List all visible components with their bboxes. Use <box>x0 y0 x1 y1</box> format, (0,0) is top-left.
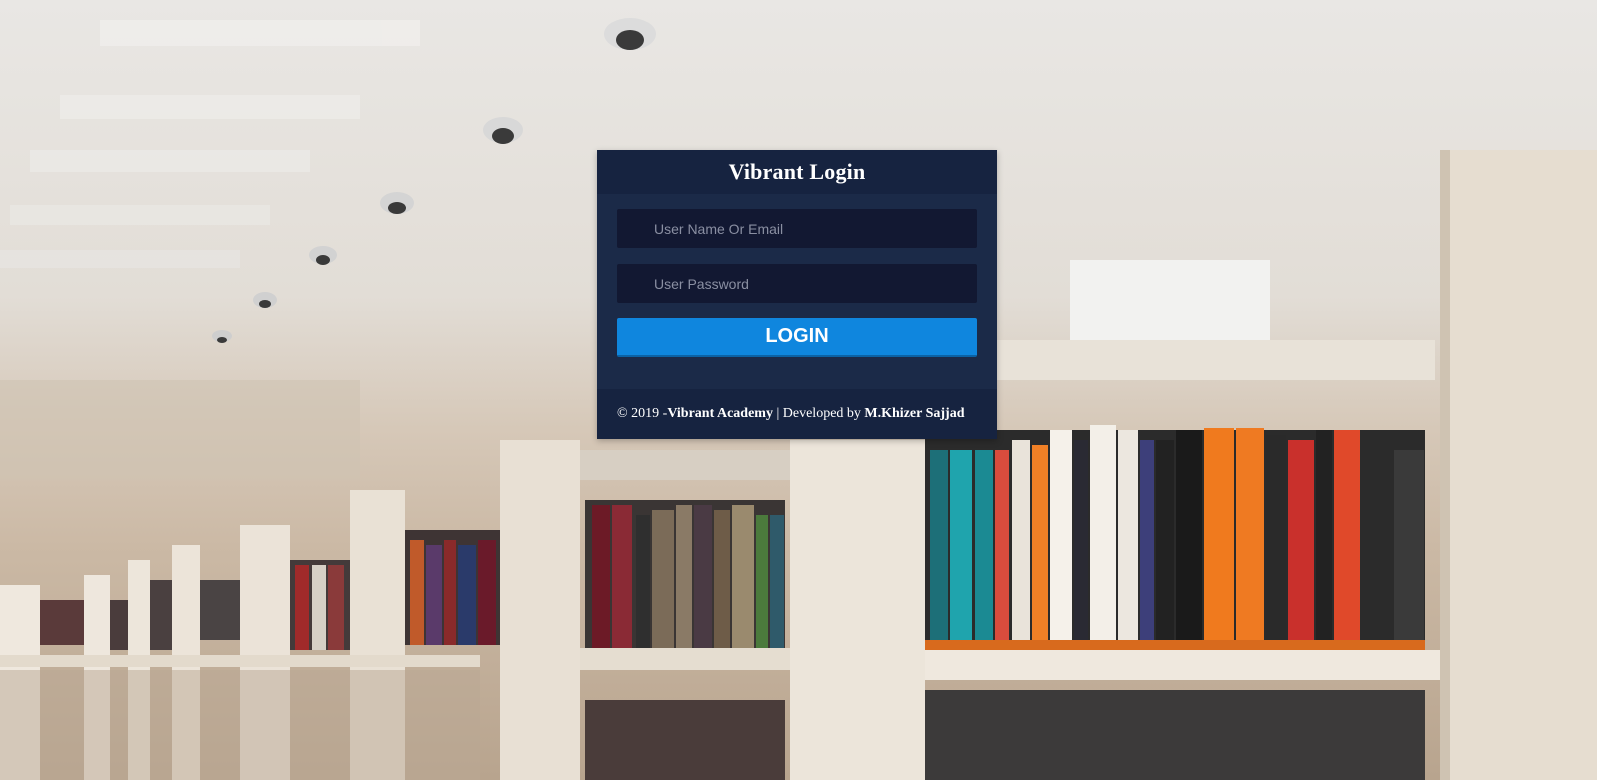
password-input[interactable] <box>617 264 977 303</box>
login-card: Vibrant Login LOGIN © 2019 - Vibrant Aca… <box>597 150 997 439</box>
login-footer: © 2019 - Vibrant Academy | Developed by … <box>597 389 997 439</box>
login-button[interactable]: LOGIN <box>617 318 977 357</box>
footer-copyright: © 2019 - <box>617 406 668 421</box>
footer-academy-name: Vibrant Academy <box>667 406 773 421</box>
footer-developer-name: M.Khizer Sajjad <box>864 406 965 421</box>
login-header: Vibrant Login <box>597 150 997 194</box>
login-form: LOGIN <box>597 194 997 389</box>
footer-separator: | Developed by <box>772 406 865 421</box>
login-title: Vibrant Login <box>728 159 866 184</box>
username-input[interactable] <box>617 209 977 248</box>
